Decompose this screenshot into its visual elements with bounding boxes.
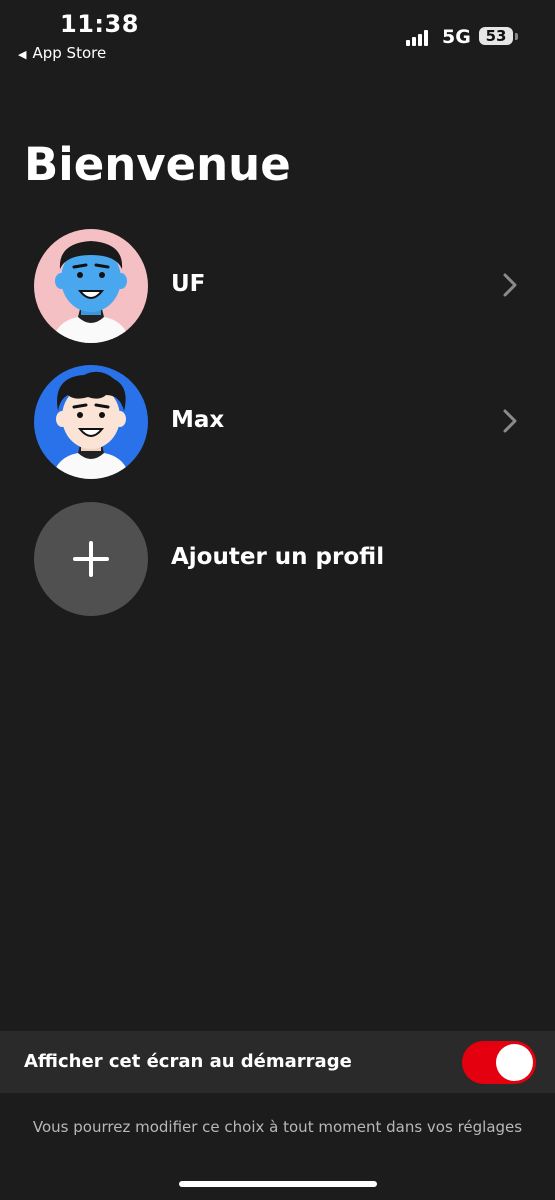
chevron-right-icon [503, 409, 517, 433]
page-title: Bienvenue [24, 138, 291, 191]
battery-icon: 53 [479, 27, 513, 45]
profile-name: UF [171, 271, 206, 297]
network-type: 5G [442, 26, 471, 48]
profile-row-max[interactable]: Max [0, 365, 555, 481]
toggle-knob [496, 1044, 533, 1081]
back-arrow-icon: ◀ [18, 48, 27, 61]
battery-level: 53 [485, 27, 507, 45]
add-profile-circle [34, 502, 148, 616]
settings-hint: Vous pourrez modifier ce choix à tout mo… [32, 1118, 523, 1136]
add-profile-button[interactable]: Ajouter un profil [0, 502, 555, 618]
back-to-app-store-link[interactable]: ◀ App Store [18, 44, 106, 62]
profile-name: Max [171, 407, 225, 433]
status-time: 11:38 [60, 10, 139, 38]
avatar [34, 365, 148, 479]
startup-toggle[interactable] [462, 1041, 536, 1084]
cellular-signal-icon [406, 30, 432, 46]
battery-cap [515, 33, 518, 40]
status-bar: 11:38 ◀ App Store 5G 53 [0, 0, 555, 70]
home-indicator[interactable] [179, 1181, 377, 1187]
back-link-label: App Store [32, 44, 107, 62]
add-profile-label: Ajouter un profil [171, 544, 385, 570]
avatar [34, 229, 148, 343]
avatar-max-icon [34, 365, 148, 479]
startup-setting-row: Afficher cet écran au démarrage [0, 1031, 555, 1093]
chevron-right-icon [503, 273, 517, 297]
profile-row-uf[interactable]: UF [0, 229, 555, 345]
startup-setting-label: Afficher cet écran au démarrage [24, 1051, 352, 1072]
avatar-uf-icon [34, 229, 148, 343]
